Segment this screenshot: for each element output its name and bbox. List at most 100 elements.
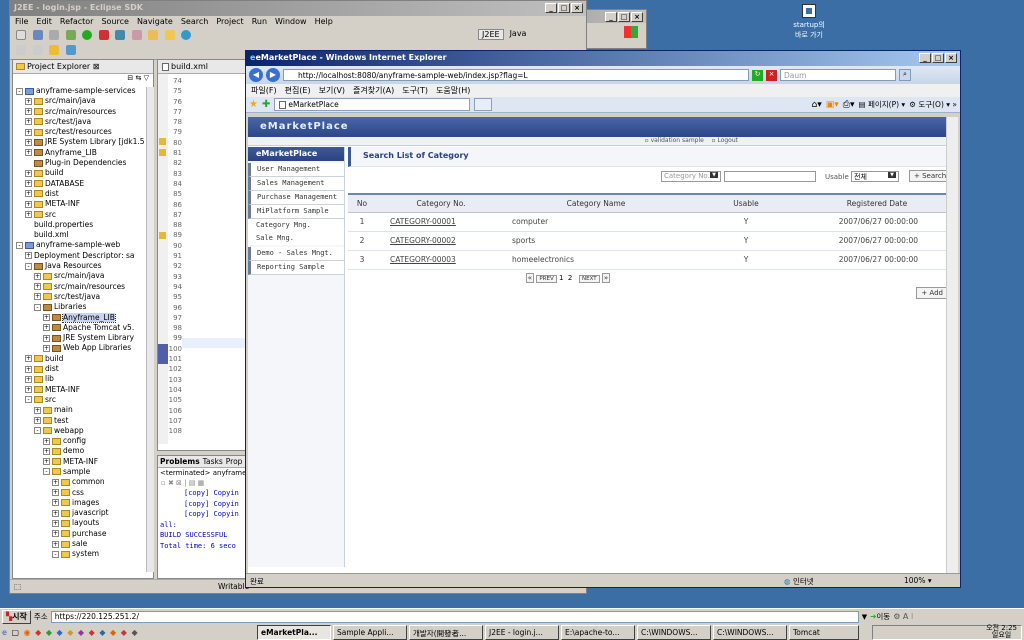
menu-search[interactable]: Search bbox=[181, 17, 208, 27]
open-type-icon[interactable] bbox=[131, 30, 142, 40]
minimize-button[interactable]: _ bbox=[545, 3, 557, 13]
ie-menu-item[interactable]: 편집(E) bbox=[285, 85, 311, 96]
taskbar-button[interactable]: Tomcat bbox=[789, 624, 859, 640]
page-1[interactable]: 1 bbox=[559, 274, 563, 282]
expand-icon[interactable]: + bbox=[25, 355, 32, 363]
tree-item[interactable]: + src/test/java bbox=[16, 292, 153, 302]
folder-icon[interactable] bbox=[164, 30, 175, 40]
clock[interactable]: 오전 2:25 일요일 bbox=[986, 625, 1017, 639]
new-tab-button[interactable] bbox=[474, 98, 493, 111]
tree-item[interactable]: - Java Resources bbox=[16, 261, 153, 271]
table-cell[interactable]: CATEGORY-00002 bbox=[376, 231, 506, 251]
tree-item[interactable]: + src/test/resources bbox=[16, 127, 153, 137]
first-page-icon[interactable]: « bbox=[525, 272, 535, 283]
tree-item[interactable]: - src bbox=[16, 395, 153, 405]
debug-icon[interactable] bbox=[65, 30, 76, 40]
close-button[interactable]: × bbox=[631, 12, 643, 22]
perspective-java[interactable]: Java bbox=[510, 29, 527, 40]
perspective-j2ee[interactable]: J2EE bbox=[478, 29, 504, 40]
tree-item[interactable]: + build bbox=[16, 354, 153, 364]
refresh-icon[interactable]: ↻ bbox=[752, 69, 763, 81]
tree-item[interactable]: Plug-in Dependencies bbox=[16, 158, 153, 168]
validation-sample-link[interactable]: ▫ validation sample bbox=[645, 137, 704, 144]
tree-item[interactable]: + lib bbox=[16, 374, 153, 384]
tools-menu[interactable]: ⚙ 도구(O) ▾ » bbox=[909, 99, 957, 110]
ie-menu-item[interactable]: 즐겨찾기(A) bbox=[353, 85, 394, 96]
globe-icon[interactable] bbox=[181, 30, 192, 40]
tab-tasks[interactable]: Tasks bbox=[203, 457, 223, 466]
table-cell[interactable]: CATEGORY-00003 bbox=[376, 250, 506, 270]
expand-icon[interactable]: + bbox=[52, 509, 59, 517]
tree-item[interactable]: + src/main/resources bbox=[16, 107, 153, 117]
expand-icon[interactable]: + bbox=[43, 344, 50, 352]
tree-item[interactable]: + common bbox=[16, 477, 153, 487]
collapse-icon[interactable]: - bbox=[25, 396, 32, 404]
tree-item[interactable]: + dist bbox=[16, 189, 153, 199]
tree-item[interactable]: + Web App Libraries bbox=[16, 343, 153, 353]
menu-help[interactable]: Help bbox=[315, 17, 333, 27]
tree-item[interactable]: + JRE System Library bbox=[16, 333, 153, 343]
expand-icon[interactable]: + bbox=[25, 365, 32, 373]
app-icon[interactable]: ◆ bbox=[121, 628, 128, 637]
server-icon[interactable] bbox=[115, 30, 126, 40]
menu-navigate[interactable]: Navigate bbox=[137, 17, 173, 27]
feeds-icon[interactable]: ▣▾ bbox=[826, 100, 839, 110]
save-icon[interactable] bbox=[32, 30, 43, 40]
menu-file[interactable]: File bbox=[15, 17, 28, 27]
expand-icon[interactable]: + bbox=[52, 530, 59, 538]
expand-icon[interactable]: + bbox=[43, 324, 50, 332]
tree-item[interactable]: build.xml bbox=[16, 230, 153, 240]
url-input[interactable]: http://localhost:8080/anyframe-sample-we… bbox=[283, 69, 749, 81]
ie-window[interactable]: eeMarketPlace - Windows Internet Explore… bbox=[245, 50, 961, 588]
ie-tab[interactable]: eMarketPlace bbox=[274, 98, 471, 111]
collapse-icon[interactable]: - bbox=[34, 427, 41, 435]
close-button[interactable]: × bbox=[571, 3, 583, 13]
tree-item[interactable]: + src/main/resources bbox=[16, 282, 153, 292]
tree-item[interactable]: + demo bbox=[16, 446, 153, 456]
collapse-icon[interactable]: - bbox=[43, 468, 50, 476]
prev-page-button[interactable]: PREV bbox=[536, 274, 557, 283]
expand-icon[interactable]: + bbox=[25, 149, 32, 157]
expand-icon[interactable]: + bbox=[43, 314, 50, 322]
tree-item[interactable]: + DATABASE bbox=[16, 179, 153, 189]
search-icon[interactable]: ⌕ bbox=[899, 69, 911, 81]
tree-item[interactable]: + src/test/java bbox=[16, 117, 153, 127]
expand-icon[interactable]: + bbox=[25, 118, 32, 126]
minimize-button[interactable]: _ bbox=[605, 12, 617, 22]
maximize-button[interactable]: □ bbox=[558, 3, 570, 13]
new-icon[interactable] bbox=[16, 30, 26, 40]
expand-icon[interactable]: + bbox=[34, 417, 41, 424]
expand-icon[interactable]: + bbox=[25, 211, 32, 219]
table-row[interactable]: 3 CATEGORY-00003 homeelectronics Y 2007/06/2… bbox=[348, 250, 948, 270]
code-area[interactable] bbox=[182, 74, 246, 444]
tree-item[interactable]: - Libraries bbox=[16, 302, 153, 312]
expand-icon[interactable]: + bbox=[43, 458, 50, 466]
collapse-icon[interactable]: - bbox=[16, 241, 23, 249]
start-button[interactable]: ▚시작 bbox=[2, 609, 31, 624]
search-icon[interactable] bbox=[148, 30, 159, 40]
expand-icon[interactable]: + bbox=[25, 128, 32, 136]
ie-scrollbar[interactable] bbox=[946, 117, 958, 573]
expand-icon[interactable]: + bbox=[25, 386, 32, 394]
taskbar-button[interactable]: C:\WINDOWS... bbox=[637, 624, 711, 640]
expand-icon[interactable]: + bbox=[34, 272, 41, 280]
expand-icon[interactable]: + bbox=[25, 97, 32, 105]
tree-item[interactable]: + META-INF bbox=[16, 385, 153, 395]
expand-icon[interactable]: + bbox=[52, 519, 59, 527]
collapse-icon[interactable]: - bbox=[25, 262, 32, 270]
table-cell[interactable]: CATEGORY-00001 bbox=[376, 212, 506, 232]
tree-item[interactable]: + javascript bbox=[16, 508, 153, 518]
search-type-select[interactable]: Category No. ▼ bbox=[661, 171, 721, 182]
app-icon[interactable]: ◆ bbox=[110, 628, 117, 637]
search-input[interactable]: Daum bbox=[780, 69, 896, 81]
tab-prop[interactable]: Prop bbox=[226, 457, 243, 466]
sidebar-item[interactable]: User Management bbox=[248, 163, 344, 177]
app-icon[interactable]: ◆ bbox=[35, 628, 42, 637]
tree-item[interactable]: + Anyframe_LIB bbox=[16, 312, 153, 323]
app-icon[interactable]: ◆ bbox=[57, 628, 64, 637]
maximize-button[interactable]: □ bbox=[932, 53, 944, 63]
taskbar-button[interactable]: eMarketPla... bbox=[257, 624, 331, 640]
media-icon[interactable]: ◉ bbox=[24, 628, 32, 637]
category-link[interactable]: CATEGORY-00003 bbox=[390, 255, 456, 264]
tree-item[interactable]: + css bbox=[16, 488, 153, 498]
